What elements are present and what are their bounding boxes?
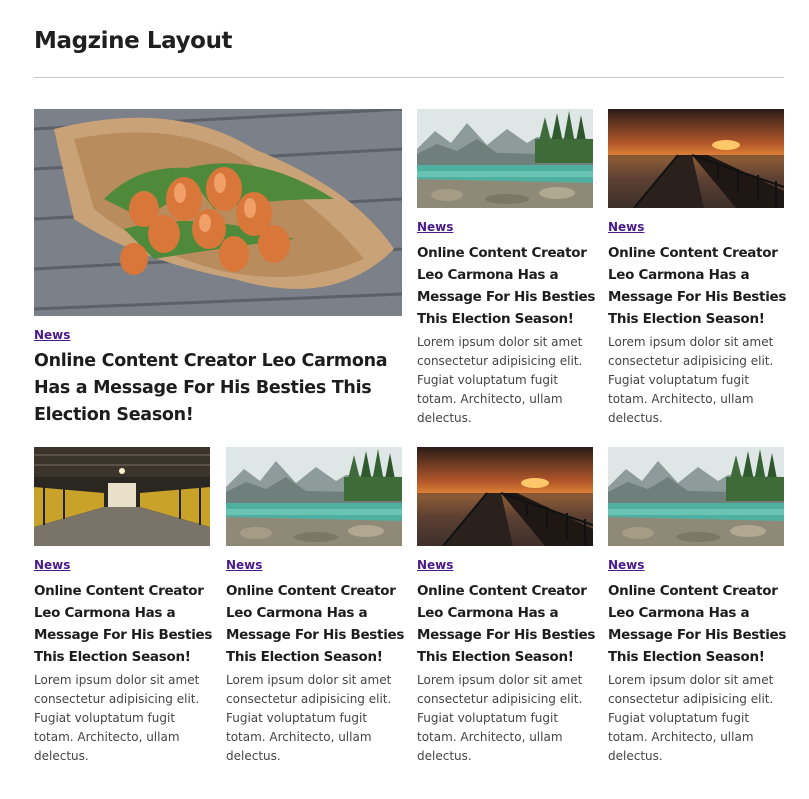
article-headline[interactable]: Online Content Creator Leo Carmona Has a… bbox=[417, 580, 597, 668]
article-card[interactable]: News Online Content Creator Leo Carmona … bbox=[226, 447, 404, 777]
article-excerpt: Lorem ipsum dolor sit amet consectetur a… bbox=[608, 335, 774, 425]
article-headline[interactable]: Online Content Creator Leo Carmona Has a… bbox=[608, 242, 788, 330]
article-card[interactable]: News Online Content Creator Leo Carmona … bbox=[417, 109, 595, 439]
article-category-link[interactable]: News bbox=[34, 558, 70, 572]
article-category-link[interactable]: News bbox=[608, 220, 644, 234]
article-image[interactable] bbox=[34, 447, 210, 546]
article-category-link[interactable]: News bbox=[608, 558, 644, 572]
featured-article-card[interactable]: News Online Content Creator Leo Carmona … bbox=[34, 109, 402, 439]
article-image[interactable] bbox=[608, 109, 784, 208]
featured-category-link[interactable]: News bbox=[34, 328, 70, 342]
article-headline[interactable]: Online Content Creator Leo Carmona Has a… bbox=[417, 242, 597, 330]
article-card[interactable]: News Online Content Creator Leo Carmona … bbox=[417, 447, 595, 777]
page-title: Magzine Layout bbox=[34, 28, 233, 54]
article-excerpt: Lorem ipsum dolor sit amet consectetur a… bbox=[34, 673, 200, 763]
article-excerpt: Lorem ipsum dolor sit amet consectetur a… bbox=[226, 673, 392, 763]
article-category-link[interactable]: News bbox=[226, 558, 262, 572]
article-excerpt: Lorem ipsum dolor sit amet consectetur a… bbox=[417, 335, 583, 425]
article-card[interactable]: News Online Content Creator Leo Carmona … bbox=[34, 447, 212, 777]
article-card[interactable]: News Online Content Creator Leo Carmona … bbox=[608, 447, 786, 777]
article-headline[interactable]: Online Content Creator Leo Carmona Has a… bbox=[34, 580, 214, 668]
article-image[interactable] bbox=[417, 109, 593, 208]
article-card[interactable]: News Online Content Creator Leo Carmona … bbox=[608, 109, 786, 439]
article-category-link[interactable]: News bbox=[417, 220, 453, 234]
article-image[interactable] bbox=[417, 447, 593, 546]
article-excerpt: Lorem ipsum dolor sit amet consectetur a… bbox=[417, 673, 583, 763]
featured-headline[interactable]: Online Content Creator Leo Carmona Has a… bbox=[34, 348, 402, 429]
article-image[interactable] bbox=[608, 447, 784, 546]
article-excerpt: Lorem ipsum dolor sit amet consectetur a… bbox=[608, 673, 774, 763]
article-headline[interactable]: Online Content Creator Leo Carmona Has a… bbox=[226, 580, 406, 668]
article-image[interactable] bbox=[226, 447, 402, 546]
article-headline[interactable]: Online Content Creator Leo Carmona Has a… bbox=[608, 580, 788, 668]
header-divider bbox=[34, 77, 784, 78]
featured-article-image[interactable] bbox=[34, 109, 402, 316]
article-category-link[interactable]: News bbox=[417, 558, 453, 572]
